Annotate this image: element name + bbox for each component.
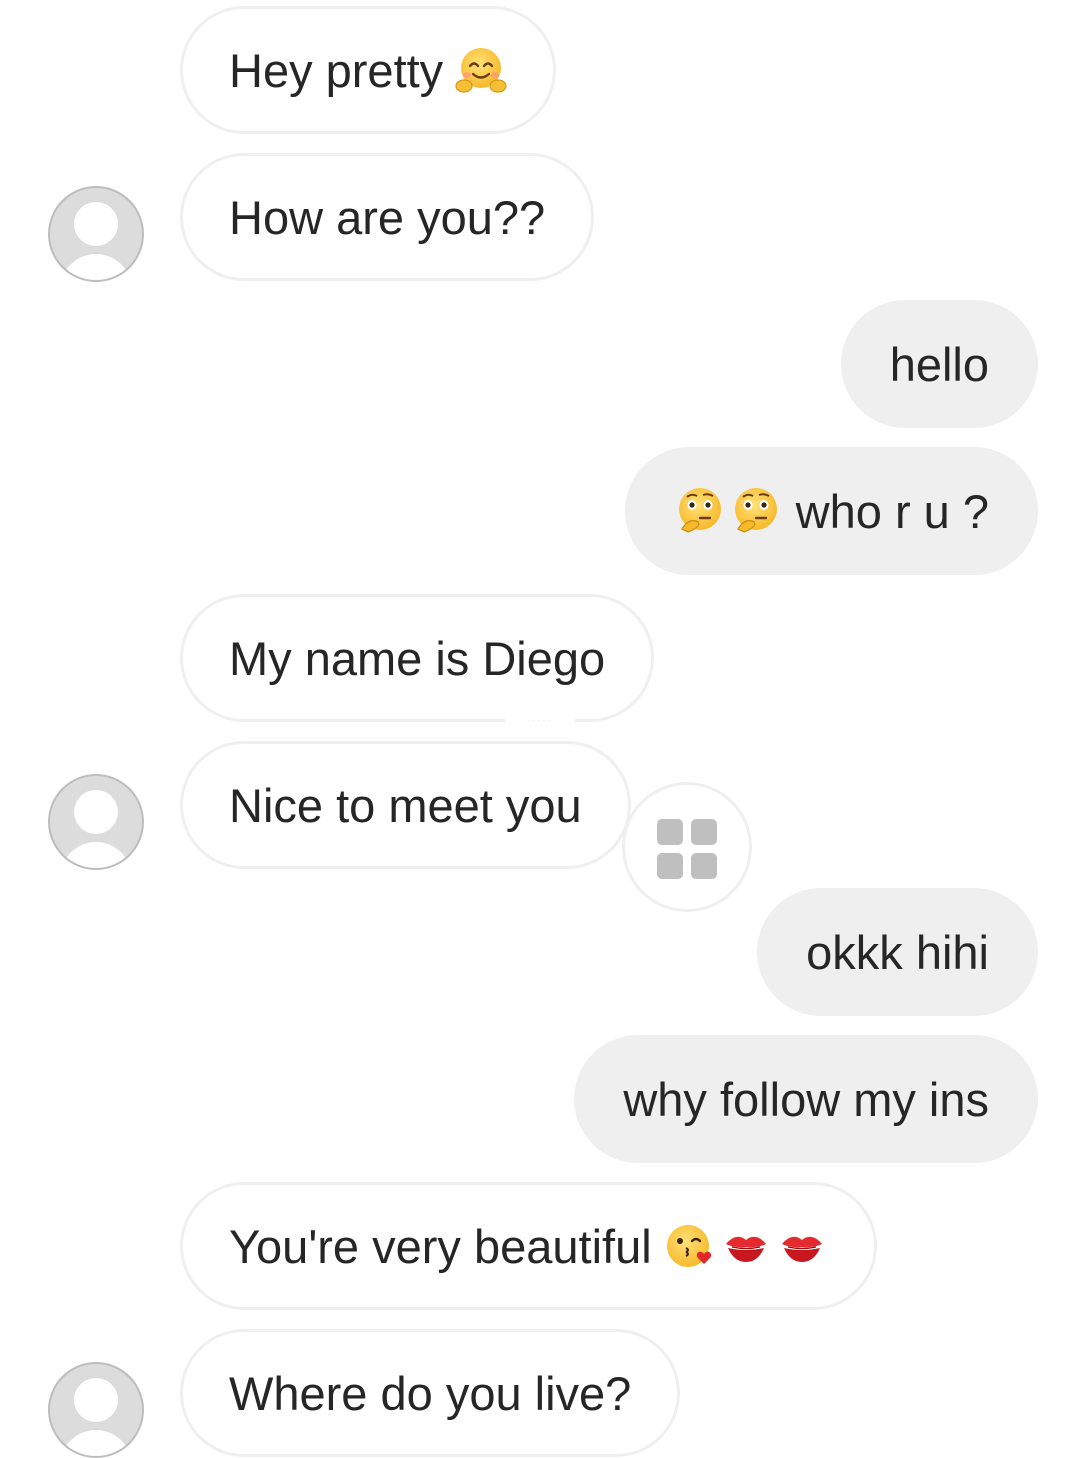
- default-user-avatar-icon: [74, 790, 118, 834]
- message-text: Hey pretty: [229, 43, 444, 97]
- message-bubble-incoming[interactable]: Where do you live?: [180, 1329, 681, 1457]
- message-bubble-incoming[interactable]: Nice to meet you: [180, 741, 631, 869]
- message-text: okkk hihi: [806, 925, 989, 979]
- message-bubble-outgoing[interactable]: hello: [840, 300, 1038, 428]
- kissing-heart-face-icon: [666, 1225, 711, 1267]
- default-user-avatar-icon: [74, 1378, 118, 1422]
- sender-avatar[interactable]: [48, 186, 144, 282]
- message-bubble-incoming[interactable]: You're very beautiful: [180, 1182, 877, 1310]
- message-bubble-incoming[interactable]: My name is Diego: [180, 594, 655, 722]
- sender-avatar[interactable]: [48, 1362, 144, 1458]
- message-text: You're very beautiful: [229, 1219, 652, 1273]
- divider-gap: .....: [505, 714, 575, 724]
- kiss-mark-icon: [725, 1236, 766, 1262]
- message-bubble-outgoing[interactable]: why follow my ins: [574, 1035, 1038, 1163]
- thinking-face-icon: [678, 488, 721, 533]
- grid-reaction-icon: [657, 819, 683, 845]
- thinking-face-icon: [734, 488, 777, 533]
- message-text: My name is Diego: [229, 631, 606, 685]
- message-text: why follow my ins: [623, 1072, 989, 1126]
- default-user-avatar-icon: [74, 202, 118, 246]
- message-text: Nice to meet you: [229, 778, 582, 832]
- message-bubble-incoming[interactable]: Hey pretty: [180, 6, 557, 134]
- message-bubble-outgoing[interactable]: okkk hihi: [757, 888, 1038, 1016]
- sender-avatar[interactable]: [48, 774, 144, 870]
- message-text: How are you??: [229, 190, 546, 244]
- message-bubble-incoming[interactable]: How are you??: [180, 153, 595, 281]
- message-text: hello: [889, 337, 989, 391]
- message-bubble-outgoing[interactable]: who r u ?: [624, 447, 1038, 575]
- message-text: who r u ?: [795, 484, 989, 538]
- kiss-mark-icon: [781, 1236, 822, 1262]
- reaction-button[interactable]: [622, 782, 752, 912]
- message-text: Where do you live?: [229, 1366, 632, 1420]
- hugging-face-icon: [455, 48, 507, 93]
